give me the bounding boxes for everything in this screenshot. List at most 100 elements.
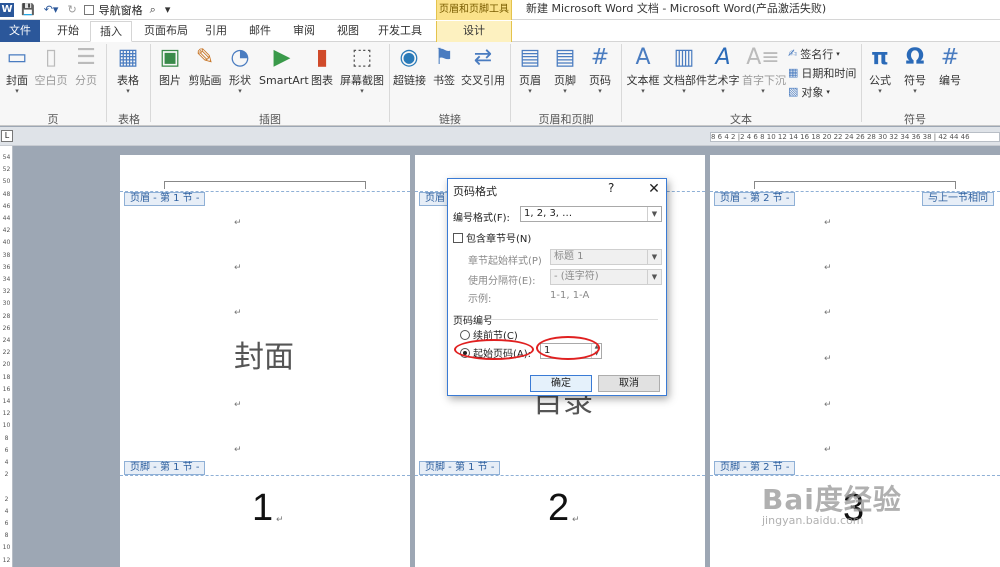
wordart-button[interactable]: A 艺术字 ▾ <box>706 44 740 95</box>
tab-selector-icon[interactable]: L <box>1 130 13 142</box>
vertical-ruler-tick: 38 <box>2 251 11 259</box>
vertical-ruler-tick: 28 <box>2 312 11 320</box>
equation-button[interactable]: π 公式 ▾ <box>866 44 894 95</box>
textbox-icon: A <box>635 45 651 70</box>
include-chapter-checkbox[interactable] <box>453 233 463 243</box>
tab-page-layout[interactable]: 页面布局 <box>138 21 194 42</box>
tab-mailings[interactable]: 邮件 <box>242 21 278 42</box>
tab-insert[interactable]: 插入 <box>90 21 132 42</box>
include-chapter-row[interactable]: 包含章节号(N) <box>453 230 531 245</box>
hyperlink-button[interactable]: ◉ 超链接 <box>393 44 426 87</box>
vertical-ruler-tick: 54 <box>2 154 11 161</box>
chart-icon: ▮ <box>315 45 329 70</box>
help-icon[interactable]: ? <box>608 181 614 195</box>
separator-select[interactable]: - (连字符) ▼ <box>550 269 662 285</box>
group-label-symbols: 符号 <box>904 113 926 126</box>
header-button[interactable]: ▤ 页眉 ▾ <box>516 44 544 95</box>
tab-home[interactable]: 开始 <box>48 21 88 42</box>
binoculars-icon[interactable]: ⌕ <box>148 1 158 19</box>
window-title: 新建 Microsoft Word 文档 - Microsoft Word(产品… <box>526 2 827 15</box>
numbering-button[interactable]: # 编号 <box>936 44 964 87</box>
undo-icon[interactable]: ↶▾ <box>42 1 61 19</box>
ribbon: ▭ 封面 ▾ ▯ 空白页 ☰ 分页 ▦ 表格 ▾ ▣ 图片 ✎ 剪贴画 ◔ 形状 ▾ … <box>0 42 1000 126</box>
vertical-ruler-tick: 4 <box>4 507 9 515</box>
drop-cap-button[interactable]: A≡ 首字下沉 ▾ <box>742 44 786 95</box>
tab-file[interactable]: 文件 <box>0 20 40 42</box>
continue-radio[interactable] <box>460 330 470 340</box>
horizontal-ruler[interactable]: 8 6 4 2 |2 4 6 8 10 12 14 16 18 20 22 24… <box>710 132 1000 142</box>
blank-page-button[interactable]: ▯ 空白页 <box>34 44 68 87</box>
table-button[interactable]: ▦ 表格 ▾ <box>113 44 143 95</box>
smartart-button[interactable]: ▶ SmartArt <box>259 44 309 87</box>
header-tag[interactable]: 页眉 - 第 2 节 - <box>714 192 796 206</box>
example-label: 示例: <box>468 294 492 305</box>
vertical-ruler-tick: 36 <box>2 263 11 271</box>
tab-view[interactable]: 视图 <box>330 21 366 42</box>
tab-review[interactable]: 审阅 <box>286 21 322 42</box>
close-icon[interactable]: ✕ <box>642 179 666 199</box>
word-logo-icon: W <box>0 3 14 17</box>
page-numbering-section-label: 页码编号 <box>453 316 493 327</box>
globe-icon: ◉ <box>399 45 419 70</box>
save-icon[interactable]: 💾 <box>19 1 37 19</box>
paragraph-mark: ↵ <box>824 218 832 228</box>
baidu-jingyan-watermark: Bai度经验 jingyan.baidu.com <box>762 483 902 527</box>
vertical-ruler-tick: 14 <box>2 398 11 405</box>
chapter-style-label: 章节起始样式(P) <box>468 256 542 267</box>
clipart-button[interactable]: ✎ 剪贴画 <box>188 44 222 87</box>
vertical-ruler-tick: 12 <box>2 556 11 564</box>
shapes-button[interactable]: ◔ 形状 ▾ <box>226 44 254 95</box>
screenshot-icon: ⬚ <box>351 45 373 70</box>
vertical-ruler[interactable]: 54 52 50 48 46 44 42 40 38 36 34 32 30 28 26 24 22 20 18 16… <box>0 146 13 567</box>
vertical-ruler-tick: 22 <box>2 349 11 357</box>
group-label-pages: 页 <box>47 113 59 126</box>
date-time-button[interactable]: ▦ 日期和时间 <box>788 64 856 81</box>
group-label-tables: 表格 <box>118 113 140 126</box>
quick-parts-button[interactable]: ▥ 文档部件 ▾ <box>663 44 707 95</box>
customize-qat-icon[interactable]: ▾ <box>163 1 173 19</box>
page-number-icon: # <box>590 45 610 70</box>
wordart-icon: A <box>715 45 731 70</box>
vertical-ruler-tick: 2 <box>4 495 9 503</box>
number-format-select[interactable]: 1, 2, 3, … ▼ <box>520 206 662 222</box>
screenshot-button[interactable]: ⬚ 屏幕截图 ▾ <box>340 44 384 95</box>
page-number-button[interactable]: # 页码 ▾ <box>586 44 614 95</box>
picture-button[interactable]: ▣ 图片 <box>156 44 184 87</box>
footer-tag[interactable]: 页脚 - 第 1 节 - <box>419 461 501 475</box>
cover-page-icon: ▭ <box>6 45 28 70</box>
footer-tag[interactable]: 页脚 - 第 1 节 - <box>124 461 206 475</box>
signature-line-button[interactable]: ✍ 签名行 ▾ <box>788 45 840 62</box>
object-button[interactable]: ▧ 对象 ▾ <box>788 83 830 100</box>
redo-icon[interactable]: ↻ <box>65 1 78 19</box>
bookmark-button[interactable]: ⚑ 书签 <box>431 44 457 87</box>
highlight-ellipse-option <box>454 339 534 360</box>
paragraph-mark: ↵ <box>234 263 242 273</box>
cover-page-button[interactable]: ▭ 封面 ▾ <box>3 44 31 95</box>
chart-button[interactable]: ▮ 图表 <box>309 44 335 87</box>
textbox-button[interactable]: A 文本框 ▾ <box>625 44 661 95</box>
ruler-bar: L 8 6 4 2 |2 4 6 8 10 12 14 16 18 20 22 … <box>0 127 1000 146</box>
cancel-button[interactable]: 取消 <box>598 375 660 392</box>
footer-tag[interactable]: 页脚 - 第 2 节 - <box>714 461 796 475</box>
cross-reference-button[interactable]: ⇄ 交叉引用 <box>461 44 505 87</box>
paragraph-mark: ↵ <box>824 445 832 455</box>
group-label-links: 链接 <box>439 113 461 126</box>
calendar-icon: ▦ <box>788 66 799 79</box>
vertical-ruler-tick: 18 <box>2 373 11 381</box>
symbol-button[interactable]: Ω 符号 ▾ <box>901 44 929 95</box>
nav-pane-checkbox[interactable] <box>83 5 94 15</box>
chapter-style-select[interactable]: 标题 1 ▼ <box>550 249 662 265</box>
page-break-button[interactable]: ☰ 分页 <box>72 44 100 87</box>
footer-boundary <box>415 475 705 476</box>
footer-button[interactable]: ▤ 页脚 ▾ <box>551 44 579 95</box>
tab-references[interactable]: 引用 <box>198 21 234 42</box>
ok-button[interactable]: 确定 <box>530 375 592 392</box>
tab-design[interactable]: 设计 <box>436 21 512 42</box>
tab-developer[interactable]: 开发工具 <box>372 21 428 42</box>
header-tag[interactable]: 页眉 - 第 1 节 - <box>124 192 206 206</box>
cross-reference-icon: ⇄ <box>473 45 493 70</box>
vertical-ruler-tick: 46 <box>2 202 11 210</box>
vertical-ruler-tick: 2 <box>4 471 9 479</box>
paragraph-mark: ↵ <box>824 263 832 273</box>
same-as-previous-tag[interactable]: 与上一节相同 <box>922 192 994 206</box>
